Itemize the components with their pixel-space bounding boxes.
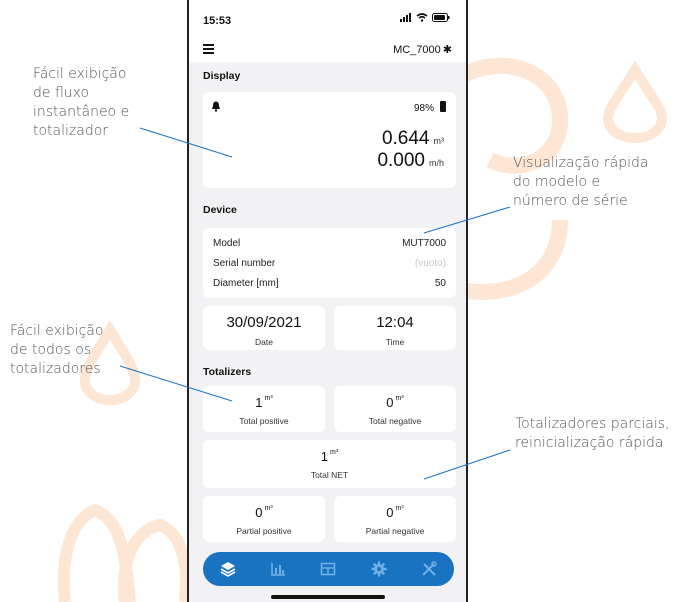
date-value: 30/09/2021 bbox=[226, 314, 302, 331]
tools-icon bbox=[422, 561, 437, 576]
flow-unit: m/h bbox=[428, 158, 444, 168]
app-bar: MC_7000 ✱ bbox=[189, 36, 466, 62]
total-negative-card: 0 m³ Total negative bbox=[334, 386, 456, 432]
partial-positive-card[interactable]: 0 m³ Partial positive bbox=[203, 496, 325, 542]
partial-positive-label: Partial positive bbox=[236, 526, 292, 536]
partial-positive-readout: 0 m³ bbox=[203, 505, 325, 520]
model-row: Model MUT7000 bbox=[213, 238, 446, 249]
time-card: 12:04 Time bbox=[334, 306, 456, 350]
model-label: Model bbox=[213, 238, 241, 249]
serial-row: Serial number (vuoto) bbox=[213, 258, 446, 269]
volume-unit: m³ bbox=[433, 136, 445, 146]
annotation-totalizers: Fácil exibição de todos os totalizadores bbox=[10, 323, 104, 377]
bar-chart-icon bbox=[271, 563, 286, 576]
device-title: Device bbox=[203, 204, 237, 216]
nav-tools[interactable] bbox=[419, 559, 439, 579]
time-value: 12:04 bbox=[376, 314, 414, 331]
device-id-label: MC_7000 bbox=[393, 44, 441, 56]
volume-value: 0.644 bbox=[381, 128, 430, 149]
nav-chart[interactable] bbox=[268, 559, 288, 579]
model-value: MUT7000 bbox=[402, 238, 446, 249]
total-positive-unit: m³ bbox=[264, 395, 273, 402]
annotation-model: Visualização rápida do modelo e número d… bbox=[513, 155, 649, 209]
status-icons bbox=[400, 13, 450, 22]
partial-negative-readout: 0 m³ bbox=[334, 505, 456, 520]
menu-icon[interactable] bbox=[203, 44, 214, 56]
device-card: Model MUT7000 Serial number (vuoto) Diamet… bbox=[203, 228, 456, 298]
bluetooth-icon: ✱ bbox=[442, 44, 452, 56]
partial-negative-card[interactable]: 0 m³ Partial negative bbox=[334, 496, 456, 542]
total-positive-card: 1 m³ Total positive bbox=[203, 386, 325, 432]
partial-negative-unit: m³ bbox=[395, 505, 404, 512]
total-net-value: 1 bbox=[320, 449, 329, 464]
total-positive-readout: 1 m³ bbox=[203, 395, 325, 410]
battery-percent: 98% bbox=[413, 103, 434, 114]
display-card: 98% 0.644 m³ 0.000 m/h bbox=[203, 92, 456, 188]
gear-icon bbox=[371, 561, 387, 577]
bell-icon bbox=[212, 101, 220, 112]
total-net-readout: 1 m³ bbox=[203, 449, 456, 464]
diameter-value: 50 bbox=[434, 278, 446, 289]
serial-value: (vuoto) bbox=[414, 258, 446, 269]
total-negative-label: Total negative bbox=[368, 416, 422, 426]
table-icon bbox=[321, 562, 336, 576]
date-label: Date bbox=[255, 337, 273, 347]
diameter-row: Diameter [mm] 50 bbox=[213, 278, 446, 289]
signal-icon bbox=[400, 13, 411, 22]
date-card: 30/09/2021 Date bbox=[203, 306, 325, 350]
home-indicator bbox=[271, 595, 385, 599]
battery-status-icon bbox=[432, 13, 450, 22]
nav-settings[interactable] bbox=[369, 559, 389, 579]
annotation-partial: Totalizadores parciais, reinicialização … bbox=[515, 416, 670, 451]
annotation-flow: Fácil exibição de fluxo instantâneo e to… bbox=[33, 66, 130, 139]
total-net-card: 1 m³ Total NET bbox=[203, 440, 456, 488]
total-net-label: Total NET bbox=[310, 470, 349, 480]
flow-value: 0.000 bbox=[377, 150, 425, 171]
total-positive-label: Total positive bbox=[239, 416, 289, 426]
wifi-icon bbox=[416, 13, 428, 22]
layers-icon bbox=[220, 562, 236, 577]
total-negative-value: 0 bbox=[386, 395, 394, 410]
nav-table[interactable] bbox=[318, 559, 338, 579]
status-bar: 15:53 bbox=[189, 0, 466, 36]
phone-frame: 15:53 MC_7000 ✱ Display 98% 0.644 m³ 0.000… bbox=[187, 0, 468, 602]
partial-negative-label: Partial negative bbox=[365, 526, 425, 536]
total-negative-readout: 0 m³ bbox=[334, 395, 456, 410]
partial-positive-value: 0 bbox=[255, 505, 263, 520]
status-time: 15:53 bbox=[203, 15, 232, 27]
total-negative-unit: m³ bbox=[395, 395, 404, 402]
flow-readout: 0.000 m/h bbox=[377, 150, 444, 172]
partial-positive-unit: m³ bbox=[264, 505, 273, 512]
device-id: MC_7000 ✱ bbox=[393, 43, 452, 56]
volume-readout: 0.644 m³ bbox=[382, 128, 444, 150]
display-title: Display bbox=[203, 70, 241, 82]
total-net-unit: m³ bbox=[330, 449, 339, 456]
battery-icon bbox=[440, 101, 446, 112]
total-positive-value: 1 bbox=[255, 395, 263, 410]
serial-label: Serial number bbox=[213, 258, 276, 269]
time-label: Time bbox=[385, 337, 405, 347]
partial-negative-value: 0 bbox=[386, 505, 394, 520]
nav-layers[interactable] bbox=[218, 559, 238, 579]
diameter-label: Diameter [mm] bbox=[213, 278, 279, 289]
totalizers-title: Totalizers bbox=[203, 366, 252, 378]
bottom-nav bbox=[203, 552, 454, 586]
